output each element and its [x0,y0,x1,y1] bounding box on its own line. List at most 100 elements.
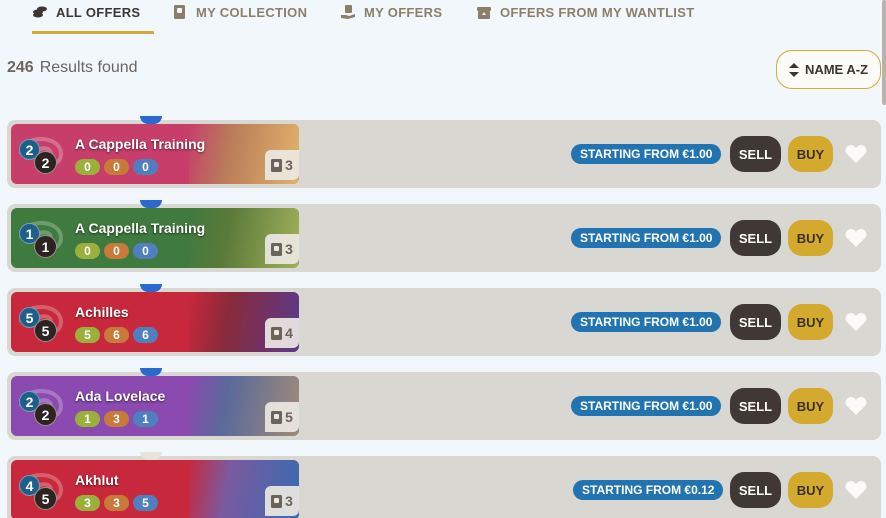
stat-ambition: 0 [104,159,129,175]
card-stack-icon [271,158,283,172]
results-count: 246 Results found [7,59,138,77]
card-thumbnail[interactable]: 2 2 Ada Lovelace 1 3 1 5 [11,376,299,436]
stat-strength: 0 [75,243,100,259]
card-stats: 3 3 5 [75,495,158,511]
buy-button[interactable]: BUY [788,304,833,340]
buy-button[interactable]: BUY [788,388,833,424]
stat-hp: 0 [133,159,158,175]
price-badge: STARTING FROM €1.00 [571,228,722,248]
buy-button[interactable]: BUY [788,136,833,172]
card-name: A Cappella Training [75,136,206,152]
stat-ambition: 3 [104,411,129,427]
copies-number: 5 [285,409,293,425]
card-stats: 1 3 1 [75,411,158,427]
sell-button[interactable]: SELL [730,472,781,508]
card-thumbnail[interactable]: 5 5 Achilles 5 6 6 4 [11,292,299,352]
copies-number: 3 [285,241,293,257]
copies-count: 3 [265,486,299,516]
sort-updown-icon [788,62,799,77]
card-thumbnail[interactable]: 4 5 Akhlut 3 3 5 3 [11,460,299,518]
cost-bottom-badge: 5 [34,319,57,342]
copies-count: 3 [265,234,299,264]
results-label: Results found [39,59,138,76]
card-name: Ada Lovelace [75,388,166,404]
offer-row[interactable]: 5 5 Achilles 5 6 6 4 STARTING FROM €1.00… [7,284,881,356]
cost-bottom-badge: 2 [34,403,57,426]
offer-row[interactable]: 4 5 Akhlut 3 3 5 3 STARTING FROM €0.12 S… [7,452,881,518]
rarity-gem-icon [140,116,162,124]
stat-strength: 1 [75,411,100,427]
tab-wantlist-offers[interactable]: OFFERS FROM MY WANTLIST [476,0,694,34]
buy-button[interactable]: BUY [788,472,833,508]
card-stats: 0 0 0 [75,243,158,259]
offer-row[interactable]: 2 2 Ada Lovelace 1 3 1 5 STARTING FROM €… [7,368,881,440]
tab-label: OFFERS FROM MY WANTLIST [500,5,695,20]
copies-number: 3 [285,157,293,173]
sell-button[interactable]: SELL [730,136,781,172]
sort-button[interactable]: NAME A-Z [776,50,881,89]
copies-count: 4 [265,318,299,348]
stat-hp: 0 [133,243,158,259]
wantlist-box-icon [477,7,491,19]
card-thumbnail[interactable]: 1 1 A Cappella Training 0 0 0 3 [11,208,299,268]
card-stats: 5 6 6 [75,327,158,343]
heart-icon[interactable] [845,396,867,416]
copies-number: 3 [285,493,293,509]
offer-row[interactable]: 2 2 A Cappella Training 0 0 0 3 STARTING… [7,116,881,188]
tab-label: MY OFFERS [364,5,443,20]
price-badge: STARTING FROM €1.00 [571,312,722,332]
hand-offer-icon [341,5,355,19]
tab-my-offers[interactable]: MY OFFERS [340,0,442,34]
tab-my-collection[interactable]: MY COLLECTION [172,0,307,34]
stat-strength: 0 [75,159,100,175]
coins-icon [33,6,47,18]
cost-bottom-badge: 5 [34,487,57,510]
stat-strength: 3 [75,495,100,511]
card-name: Akhlut [75,472,119,488]
sell-button[interactable]: SELL [730,388,781,424]
card-stack-icon [271,326,283,340]
price-badge: STARTING FROM €1.00 [571,396,722,416]
card-thumbnail[interactable]: 2 2 A Cappella Training 0 0 0 3 [11,124,299,184]
tab-label: ALL OFFERS [56,5,141,20]
cost-bottom-badge: 1 [34,235,57,258]
tab-all-offers[interactable]: ALL OFFERS [32,0,154,34]
heart-icon[interactable] [845,312,867,332]
scrollbar[interactable] [882,0,886,105]
price-badge: STARTING FROM €1.00 [571,144,722,164]
card-name: Achilles [75,304,129,320]
sell-button[interactable]: SELL [730,304,781,340]
copies-count: 5 [265,402,299,432]
collection-icon [174,5,185,19]
stat-hp: 1 [133,411,158,427]
sell-button[interactable]: SELL [730,220,781,256]
tab-bar: ALL OFFERS MY COLLECTION MY OFFERS OFFER… [0,0,886,34]
rarity-gem-icon [140,284,162,292]
tab-label: MY COLLECTION [196,5,308,20]
card-name: A Cappella Training [75,220,206,236]
results-number: 246 [7,59,34,76]
price-badge: STARTING FROM €0.12 [573,480,724,500]
heart-icon[interactable] [845,228,867,248]
rarity-gem-icon [140,200,162,208]
buy-button[interactable]: BUY [788,220,833,256]
stat-ambition: 0 [104,243,129,259]
cost-bottom-badge: 2 [34,151,57,174]
stat-hp: 5 [133,495,158,511]
card-stack-icon [271,410,283,424]
card-stats: 0 0 0 [75,159,158,175]
rarity-gem-icon [140,452,162,460]
copies-number: 4 [285,325,293,341]
copies-count: 3 [265,150,299,180]
card-stack-icon [271,242,283,256]
stat-hp: 6 [133,327,158,343]
card-stack-icon [271,494,283,508]
stat-strength: 5 [75,327,100,343]
heart-icon[interactable] [845,144,867,164]
offer-row[interactable]: 1 1 A Cappella Training 0 0 0 3 STARTING… [7,200,881,272]
stat-ambition: 3 [104,495,129,511]
heart-icon[interactable] [845,480,867,500]
sort-label: NAME A-Z [804,62,869,77]
rarity-gem-icon [140,368,162,376]
stat-ambition: 6 [104,327,129,343]
